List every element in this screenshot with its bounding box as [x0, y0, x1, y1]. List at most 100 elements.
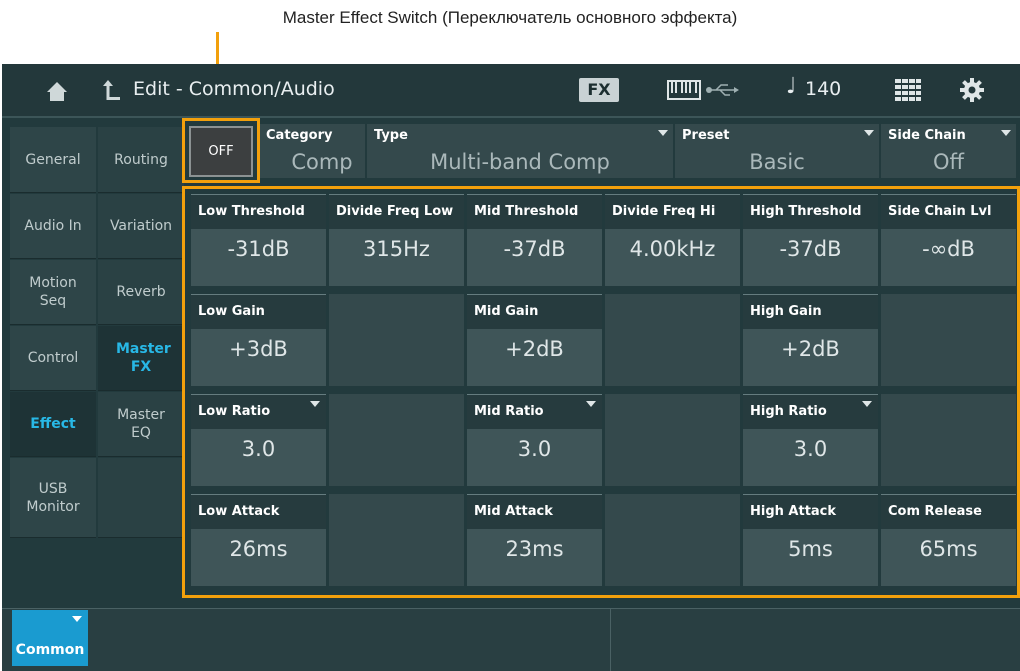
- tab-control[interactable]: Control: [10, 326, 96, 391]
- param-low-threshold[interactable]: Low Threshold -31dB: [191, 194, 326, 286]
- param-high-attack[interactable]: High Attack 5ms: [743, 494, 878, 586]
- tab-reverb[interactable]: Reverb: [98, 260, 184, 325]
- tab-usb-monitor[interactable]: USB Monitor: [10, 458, 96, 538]
- param-label: Mid Ratio: [467, 395, 602, 429]
- param-label: Side Chain Lvl: [881, 195, 1016, 229]
- param-high-gain[interactable]: High Gain +2dB: [743, 294, 878, 386]
- param-mid-attack[interactable]: Mid Attack 23ms: [467, 494, 602, 586]
- param-label: Mid Attack: [467, 495, 602, 529]
- home-icon[interactable]: [46, 80, 68, 102]
- param-com-release[interactable]: Com Release 65ms: [881, 494, 1016, 586]
- grid-icon[interactable]: [895, 79, 921, 101]
- empty-cell: [605, 394, 740, 486]
- type-dropdown-icon: [658, 130, 668, 136]
- param-value: -31dB: [227, 237, 290, 261]
- type-label: Type: [374, 128, 408, 143]
- param-value: 23ms: [505, 537, 564, 561]
- tab-routing[interactable]: Routing: [98, 127, 184, 193]
- tempo-value[interactable]: 140: [805, 78, 841, 100]
- type-value: Multi-band Comp: [430, 150, 610, 174]
- param-label: Low Gain: [191, 295, 326, 329]
- type-selector[interactable]: Type Multi-band Comp: [367, 124, 673, 178]
- tab-variation[interactable]: Variation: [98, 194, 184, 259]
- synth-screen: Edit - Common/Audio FX ♩ 140 General Aud…: [2, 64, 1020, 671]
- tab-master-eq[interactable]: Master EQ: [98, 392, 184, 457]
- param-label: Mid Gain: [467, 295, 602, 329]
- param-label: High Gain: [743, 295, 878, 329]
- tab-label: Audio In: [24, 218, 82, 234]
- master-effect-switch[interactable]: OFF: [189, 126, 253, 177]
- sidechain-label: Side Chain: [888, 128, 966, 143]
- sidechain-selector[interactable]: Side Chain Off: [881, 124, 1016, 178]
- param-high-ratio[interactable]: High Ratio 3.0: [743, 394, 878, 486]
- param-low-ratio[interactable]: Low Ratio 3.0: [191, 394, 326, 486]
- preset-value: Basic: [749, 150, 805, 174]
- param-value: -37dB: [503, 237, 566, 261]
- tab-label: Reverb: [116, 284, 166, 300]
- tab-label: Motion Seq: [29, 275, 77, 309]
- tab-audio-in[interactable]: Audio In: [10, 194, 96, 259]
- param-value: 5ms: [788, 537, 833, 561]
- preset-selector[interactable]: Preset Basic: [675, 124, 879, 178]
- tab-label: Effect: [30, 416, 76, 432]
- param-low-attack[interactable]: Low Attack 26ms: [191, 494, 326, 586]
- param-value: +2dB: [505, 337, 564, 361]
- tab-label: Variation: [109, 218, 173, 234]
- param-label: Low Threshold: [191, 195, 326, 229]
- bottom-bar: [2, 608, 1020, 671]
- param-value: -37dB: [779, 237, 842, 261]
- keyboard-icon: [667, 80, 701, 100]
- empty-cell: [881, 294, 1016, 386]
- param-value: 3.0: [793, 437, 828, 461]
- tab-master-fx[interactable]: Master FX: [98, 326, 184, 391]
- param-high-threshold[interactable]: High Threshold -37dB: [743, 194, 878, 286]
- tab-empty: [98, 458, 184, 538]
- dropdown-icon: [586, 401, 596, 407]
- param-value: 315Hz: [363, 237, 430, 261]
- param-value: -∞dB: [922, 237, 975, 261]
- param-label: Low Ratio: [191, 395, 326, 429]
- usb-icon: [706, 84, 739, 96]
- tempo-note-icon: ♩: [786, 74, 797, 99]
- param-low-gain[interactable]: Low Gain +3dB: [191, 294, 326, 386]
- param-value: 4.00kHz: [629, 237, 716, 261]
- tab-label: Control: [27, 350, 79, 366]
- page-title: Edit - Common/Audio: [133, 78, 335, 100]
- preset-label: Preset: [682, 128, 730, 143]
- param-label: High Attack: [743, 495, 878, 529]
- bottom-divider: [610, 609, 611, 671]
- param-value: 65ms: [919, 537, 978, 561]
- common-button[interactable]: Common: [12, 610, 88, 666]
- sidechain-value: Off: [933, 150, 964, 174]
- param-side-chain-lvl[interactable]: Side Chain Lvl -∞dB: [881, 194, 1016, 286]
- param-mid-gain[interactable]: Mid Gain +2dB: [467, 294, 602, 386]
- param-label: Divide Freq Hi: [605, 195, 740, 229]
- tab-general[interactable]: General: [10, 127, 96, 193]
- common-label: Common: [15, 642, 85, 658]
- category-label: Category: [266, 128, 333, 143]
- fx-badge[interactable]: FX: [579, 78, 619, 102]
- gear-icon[interactable]: [960, 78, 984, 102]
- param-value: 3.0: [517, 437, 552, 461]
- empty-cell: [329, 394, 464, 486]
- back-icon[interactable]: [102, 78, 122, 102]
- category-selector[interactable]: Category Comp: [259, 124, 365, 178]
- param-value: +3dB: [229, 337, 288, 361]
- top-bar: Edit - Common/Audio FX ♩ 140: [2, 64, 1020, 118]
- tab-motion-seq[interactable]: Motion Seq: [10, 260, 96, 325]
- dropdown-icon: [862, 401, 872, 407]
- tab-label: Routing: [114, 151, 168, 168]
- tab-label: Master EQ: [117, 407, 165, 441]
- empty-cell: [329, 294, 464, 386]
- tab-label: Master FX: [116, 341, 171, 375]
- param-mid-threshold[interactable]: Mid Threshold -37dB: [467, 194, 602, 286]
- param-label: Mid Threshold: [467, 195, 602, 229]
- param-divide-freq-low[interactable]: Divide Freq Low 315Hz: [329, 194, 464, 286]
- param-label: Low Attack: [191, 495, 326, 529]
- param-mid-ratio[interactable]: Mid Ratio 3.0: [467, 394, 602, 486]
- param-divide-freq-hi[interactable]: Divide Freq Hi 4.00kHz: [605, 194, 740, 286]
- param-value: 3.0: [241, 437, 276, 461]
- tab-effect[interactable]: Effect: [10, 392, 96, 457]
- empty-cell: [605, 494, 740, 586]
- param-label: Com Release: [881, 495, 1016, 529]
